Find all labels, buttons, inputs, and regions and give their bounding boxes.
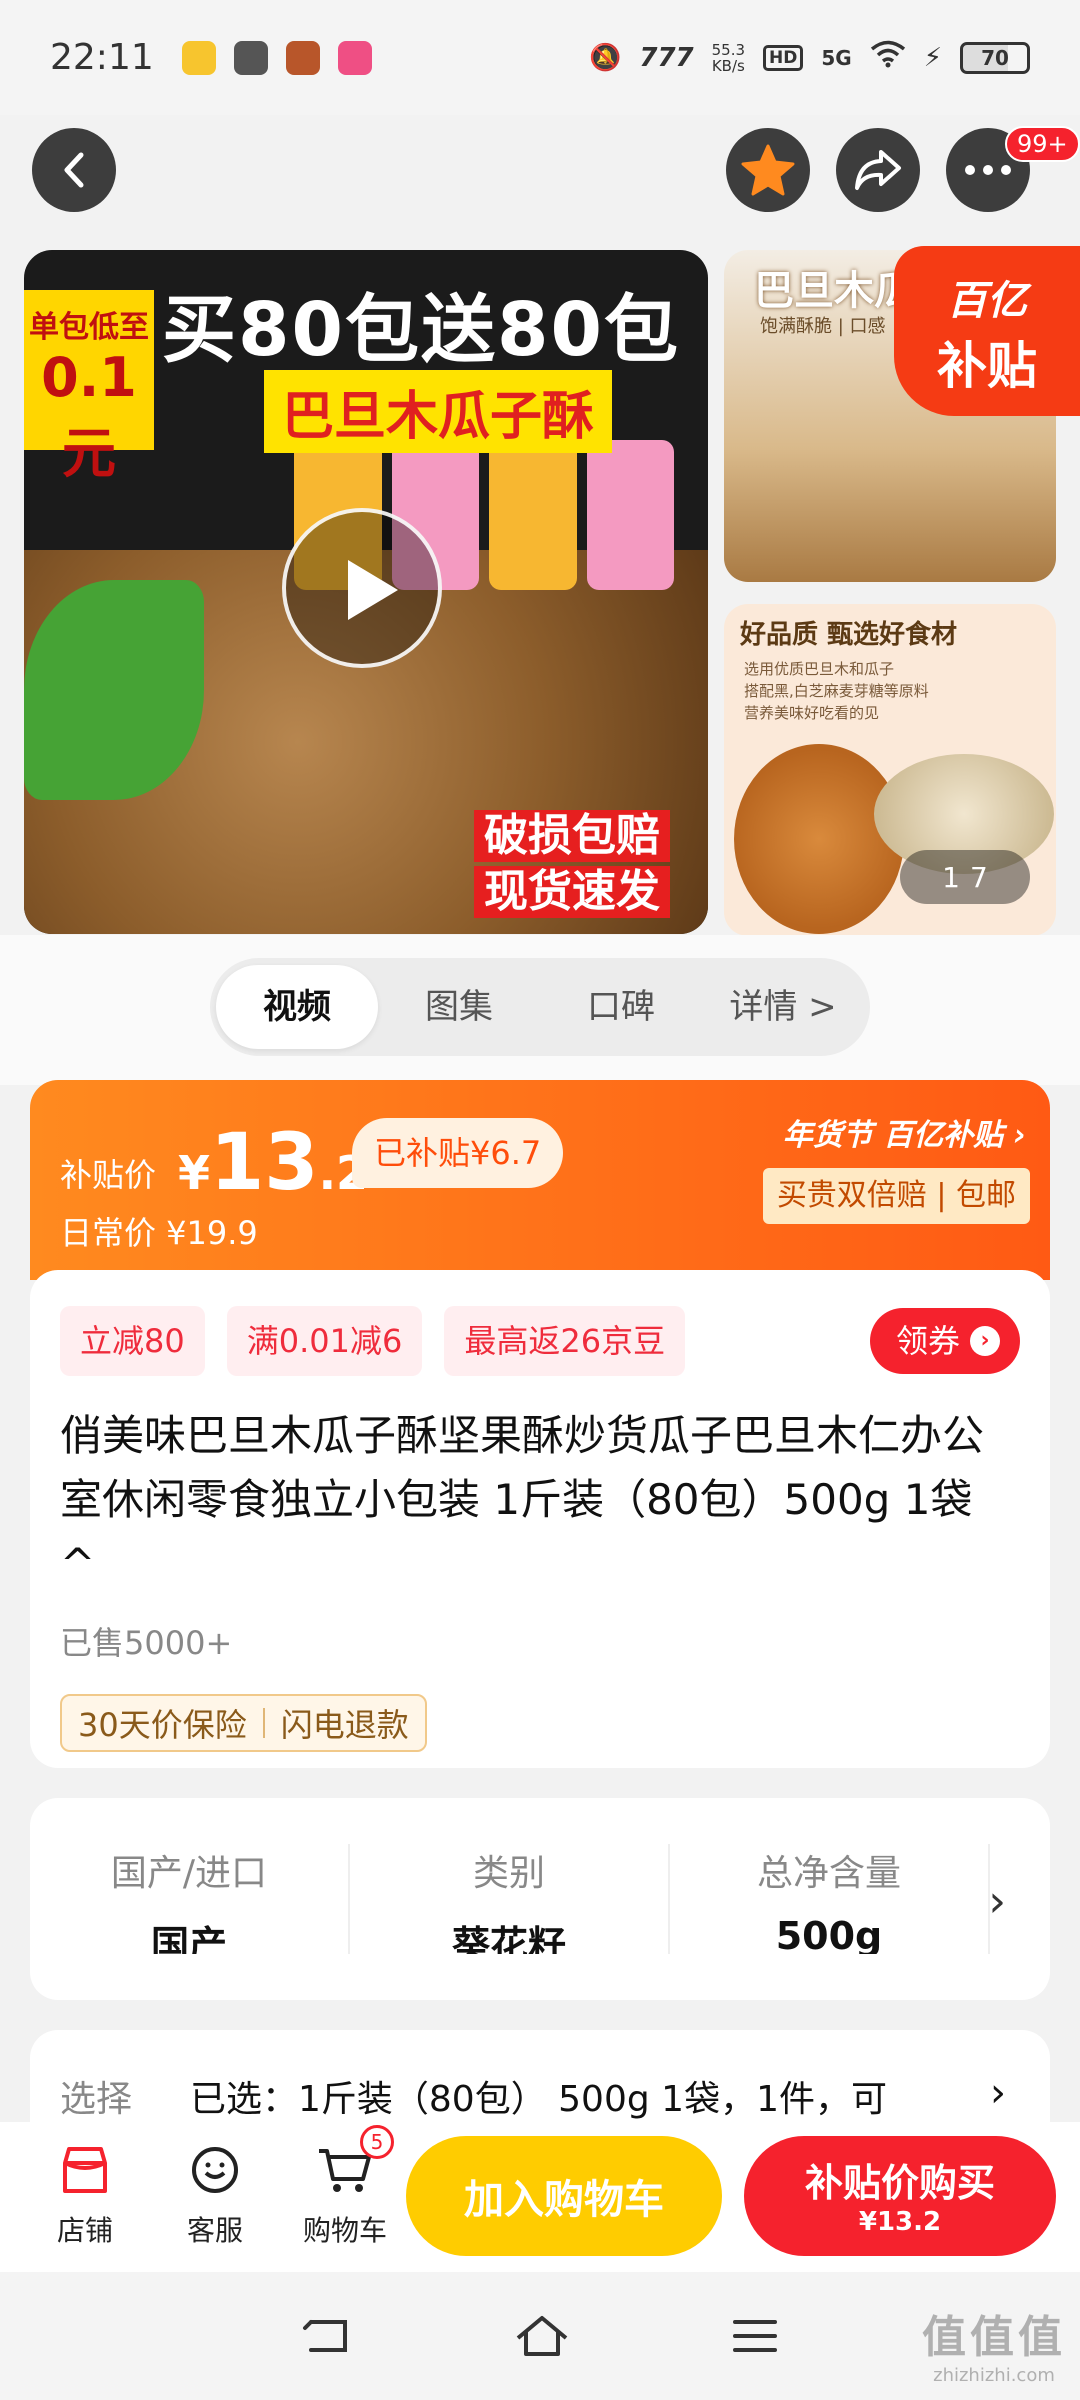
coupon-row: 立减80 满0.01减6 最高返26京豆 领券 › (60, 1306, 1020, 1376)
cart-count-badge: 5 (360, 2125, 394, 2159)
more-dots-icon (965, 165, 1011, 175)
guarantee-badge: 买贵双倍赔 | 包邮 (762, 1168, 1030, 1224)
product-gallery[interactable]: 买80包送80包 巴旦木瓜子酥 单包低至 0.1元 破损包赔 现货速发 巴旦木瓜… (0, 246, 1080, 936)
product-title[interactable]: 俏美味巴旦木瓜子酥坚果酥炒货瓜子巴旦木仁办公室休闲零食独立小包装 1斤装（80包… (60, 1404, 1020, 1596)
select-label: 选择 (60, 2079, 133, 2120)
add-to-cart-button[interactable]: 加入购物车 (406, 2136, 722, 2256)
tab-video[interactable]: 视频 (216, 965, 378, 1049)
nfc-icon: 777 (639, 42, 694, 73)
product-info-card: 立减80 满0.01减6 最高返26京豆 领券 › 俏美味巴旦木瓜子酥坚果酥炒货… (30, 1270, 1050, 1768)
selected-variant: 已选：1斤装（80包） 500g 1袋，1件，可 (190, 2079, 887, 2120)
service-tags[interactable]: 30天价保险 闪电退款 (60, 1694, 427, 1752)
chevron-right-icon: › (970, 1326, 1000, 1356)
net-speed: 55.3 KB/s (711, 40, 746, 75)
customer-service-button[interactable]: 客服 (150, 2145, 280, 2249)
tab-reviews[interactable]: 口碑 (540, 965, 702, 1049)
spec-category: 类别 葵花籽 (350, 1844, 670, 1954)
system-back-icon[interactable] (301, 2316, 353, 2356)
tab-gallery[interactable]: 图集 (378, 965, 540, 1049)
game-icon (285, 40, 320, 75)
charging-icon: ⚡ (923, 42, 942, 73)
tab-details[interactable]: 详情 > (702, 965, 864, 1049)
subsidy-badge: 百亿 补贴 (894, 246, 1080, 416)
wifi-icon (870, 40, 906, 75)
smile-chat-icon (192, 2147, 238, 2193)
status-indicators: 🔕 777 55.3 KB/s HD 5G ⚡ 70 (589, 40, 1030, 75)
back-button[interactable] (32, 128, 116, 212)
coupon-tag[interactable]: 最高返26京豆 (444, 1306, 686, 1376)
sold-count: 已售5000+ (60, 1624, 233, 1662)
media-tabs: 视频 图集 口碑 详情 > (210, 958, 870, 1056)
qq-icon (181, 40, 216, 75)
almond-photo (734, 744, 904, 934)
coupon-tag[interactable]: 立减80 (60, 1306, 205, 1376)
fast-refund-tag: 闪电退款 (280, 1706, 409, 1744)
subsidy-program-link[interactable]: 年货节 百亿补贴 › (783, 1110, 1026, 1154)
favorite-button[interactable] (726, 128, 810, 212)
page-indicator: 1 7 (900, 850, 1030, 904)
chevron-right-icon[interactable]: › (988, 1876, 1006, 1927)
status-bar: 22:11 🔕 777 55.3 KB/s HD 5G ⚡ 70 (0, 0, 1080, 115)
price-label: 补贴价 (60, 1156, 157, 1194)
hd-icon: HD (763, 44, 804, 71)
subsidy-price: ¥13.2 (178, 1118, 369, 1208)
main-product-image[interactable]: 买80包送80包 巴旦木瓜子酥 单包低至 0.1元 破损包赔 现货速发 (24, 250, 708, 934)
image-subline: 巴旦木瓜子酥 (264, 370, 613, 453)
coupon-tag[interactable]: 满0.01减6 (226, 1306, 423, 1376)
back-arrow-icon (64, 152, 84, 188)
share-button[interactable] (836, 128, 920, 212)
watermark: 值值值 zhizhizhi.com (922, 2312, 1066, 2386)
leaf-decoration (24, 580, 204, 800)
signal-icon: 5G (821, 45, 852, 70)
unit-price-tag: 单包低至 0.1元 (24, 290, 154, 485)
share-icon (855, 150, 901, 190)
battery-icon: 70 (960, 41, 1030, 74)
cart-button[interactable]: 购物车 5 (280, 2125, 410, 2249)
daily-price: 日常价 ¥19.9 (60, 1214, 258, 1252)
spec-card[interactable]: 国产/进口 国产 类别 葵花籽 总净含量 500g › (30, 1798, 1050, 2000)
buy-now-button[interactable]: 补贴价购买 ¥13.2 (744, 2136, 1056, 2256)
app-icon (337, 40, 372, 75)
subsidized-amount: 已补贴¥6.7 (352, 1118, 564, 1188)
status-app-icons (181, 40, 372, 75)
spec-net-weight: 总净含量 500g (670, 1844, 990, 1954)
system-menu-icon[interactable] (731, 2316, 779, 2356)
promo-tag: 破损包赔 现货速发 (474, 810, 670, 922)
mute-icon: 🔕 (588, 42, 622, 73)
price-protection-tag: 30天价保险 (78, 1706, 247, 1744)
play-video-button[interactable] (282, 508, 442, 668)
wechat-icon (233, 40, 268, 75)
shop-icon (63, 2147, 107, 2193)
bottom-action-bar: 店铺 客服 购物车 5 加入购物车 补贴价购买 ¥13.2 (0, 2122, 1080, 2272)
message-badge: 99+ (1005, 126, 1080, 162)
price-banner: 补贴价 ¥13.2 已补贴¥6.7 日常价 ¥19.9 年货节 百亿补贴 › 买… (30, 1080, 1050, 1280)
system-navigation-bar (0, 2272, 1080, 2400)
system-home-icon[interactable] (514, 2314, 570, 2358)
status-time: 22:11 (50, 37, 154, 78)
star-icon (741, 144, 795, 196)
chevron-right-icon: › (990, 2070, 1006, 2116)
spec-origin: 国产/进口 国产 (30, 1844, 350, 1954)
shop-button[interactable]: 店铺 (20, 2145, 150, 2249)
get-coupon-button[interactable]: 领券 › (869, 1308, 1020, 1374)
